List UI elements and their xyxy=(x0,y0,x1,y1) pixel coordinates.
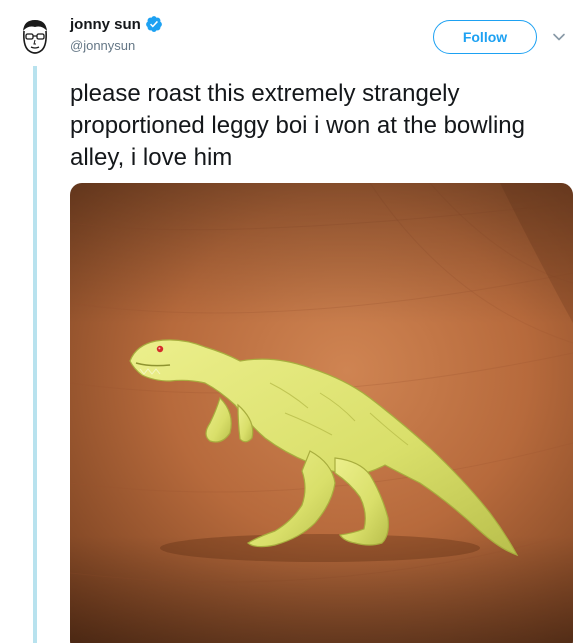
display-name-row[interactable]: jonny sun xyxy=(70,14,163,34)
tweet-card: jonny sun @jonnysun Follow please roast … xyxy=(0,0,580,643)
user-handle[interactable]: @jonnysun xyxy=(70,38,135,53)
avatar[interactable] xyxy=(12,14,58,60)
thread-line xyxy=(33,66,37,643)
tweet-photo[interactable] xyxy=(70,183,573,643)
tweet-text: please roast this extremely strangely pr… xyxy=(70,80,525,171)
follow-button[interactable]: Follow xyxy=(433,20,537,54)
verified-badge-icon xyxy=(145,16,162,32)
dinosaur-toy-photo xyxy=(70,183,573,643)
avatar-face-drawing xyxy=(13,15,57,59)
chevron-down-icon[interactable] xyxy=(552,30,566,44)
display-name[interactable]: jonny sun xyxy=(70,16,141,33)
